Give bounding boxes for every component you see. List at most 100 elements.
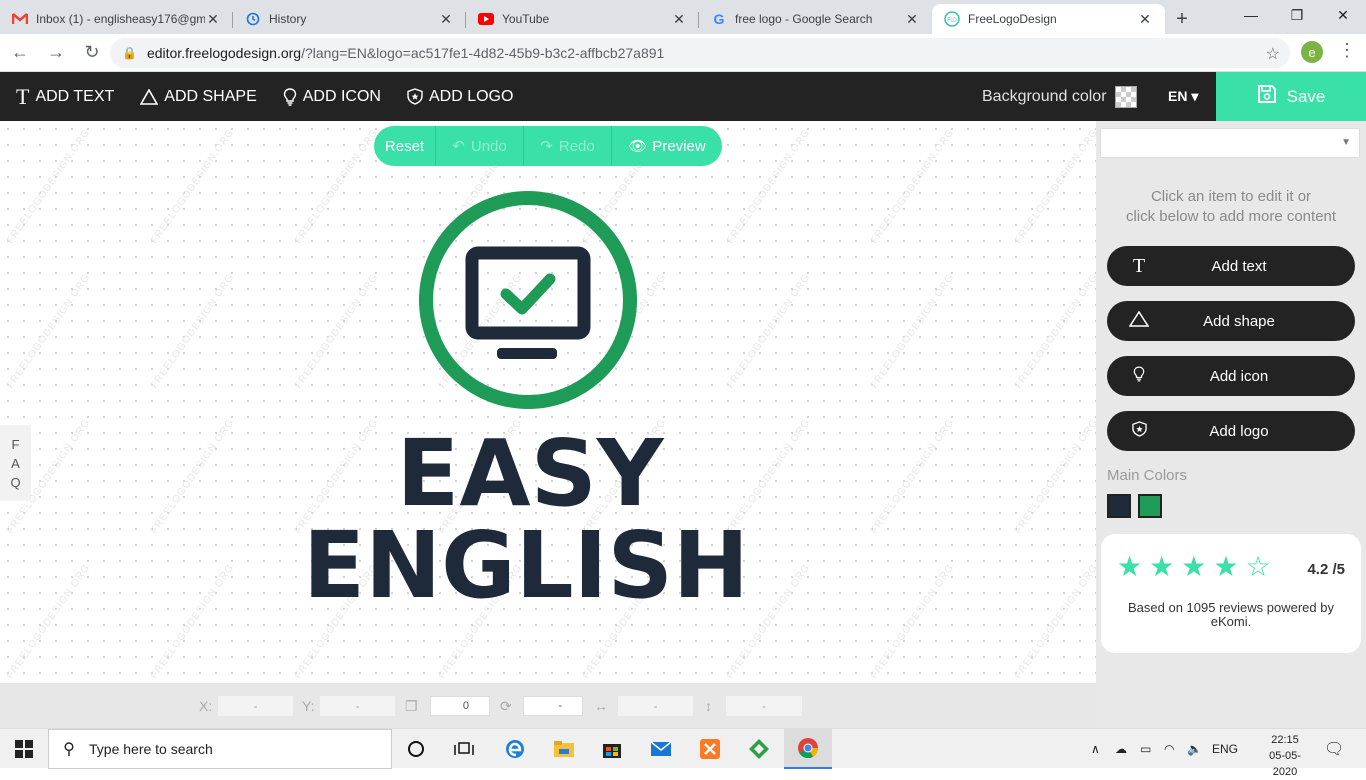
search-placeholder: Type here to search [89,741,213,757]
profile-avatar[interactable]: e [1301,41,1323,63]
windows-taskbar: ⚲ Type here to search ∧ ☁ ▭ ◠ 🔈 ENG 22:1… [0,728,1366,778]
logo-artwork[interactable]: EASY ENGLISH [300,185,760,605]
wifi-icon[interactable]: ◠ [1164,729,1174,769]
redo-label: Redo [558,137,595,155]
add-shape-button[interactable]: Add shape [1107,301,1355,341]
cortana-icon[interactable] [392,729,440,769]
undo-icon: ↶ [452,138,465,155]
mail-icon[interactable] [637,729,685,769]
close-tab-icon[interactable]: ✕ [904,11,920,28]
save-button[interactable]: Save [1216,72,1366,121]
text-icon: T [1132,254,1146,277]
reset-button[interactable]: Reset [374,126,436,166]
logo-text-line2[interactable]: ENGLISH [303,512,749,605]
clock-date: 05-05-2020 [1269,750,1301,778]
tab-gmail[interactable]: Inbox (1) - englisheasy176@gm ✕ [0,4,233,34]
redo-button[interactable]: ↷ Redo [524,126,612,166]
close-tab-icon[interactable]: ✕ [671,11,687,28]
color-swatch-dark[interactable] [1107,494,1131,518]
y-input[interactable]: - [320,696,395,716]
lightbulb-icon [283,87,297,106]
color-swatch-green[interactable] [1138,494,1162,518]
bookmark-star-icon[interactable]: ☆ [1266,44,1280,64]
undo-button[interactable]: ↶ Undo [436,126,524,166]
watermark-text: FREELOGODESIGN.ORG [148,127,237,246]
new-tab-button[interactable]: + [1165,4,1199,34]
triangle-icon [140,88,159,105]
logo-text-line1[interactable]: EASY [397,420,665,527]
tab-title: History [269,12,307,26]
element-select[interactable]: ▼ [1100,128,1360,158]
browser-menu-icon[interactable]: ⋮ [1338,40,1356,61]
panel-hint: Click an item to edit it or click below … [1096,187,1366,227]
search-icon: ⚲ [63,741,75,758]
store-icon[interactable] [588,729,636,769]
url-path: /?lang=EN&logo=ac517fe1-4d82-45b9-b3c2-a… [301,45,665,61]
clock-time: 22:15 [1271,734,1299,746]
app-diamond-icon[interactable] [735,729,783,769]
rotate-stepper[interactable]: - [523,696,583,716]
faq-tab[interactable]: F A Q [0,425,31,501]
hint-line: click below to add more content [1125,208,1337,225]
x-input[interactable]: - [218,696,293,716]
add-logo-tool[interactable]: ADD LOGO [407,72,513,121]
background-color-label: Background color [982,87,1107,105]
onedrive-icon[interactable]: ☁ [1115,729,1127,769]
tab-youtube[interactable]: YouTube ✕ [466,4,699,34]
windows-start-icon[interactable] [0,729,48,769]
preview-button[interactable]: 👁 Preview [612,126,722,166]
forward-icon[interactable]: → [40,37,72,69]
tray-chevron-icon[interactable]: ∧ [1091,729,1100,769]
tab-freelogodesign[interactable]: FLD FreeLogoDesign ✕ [932,4,1165,34]
layers-icon: ❐ [405,697,418,714]
notifications-icon[interactable]: 🗨 [1324,729,1344,769]
chrome-icon[interactable] [784,729,832,769]
background-color-picker[interactable]: Background color [982,72,1137,121]
language-dropdown[interactable]: EN ▾ [1168,72,1198,121]
close-tab-icon[interactable]: ✕ [438,11,454,28]
address-bar-row: ← → ↻ 🔒 editor.freelogodesign.org/?lang=… [0,34,1366,72]
volume-icon[interactable]: 🔈 [1187,729,1202,769]
review-text[interactable]: Based on 1095 reviews powered by eKomi. [1109,601,1353,629]
transparent-swatch[interactable] [1114,85,1137,108]
watermark-text: FREELOGODESIGN.ORG [1012,562,1096,681]
tab-google-search[interactable]: G free logo - Google Search ✕ [699,4,932,34]
taskbar-search-input[interactable]: ⚲ Type here to search [48,729,392,769]
file-explorer-icon[interactable] [540,729,588,769]
minimize-icon[interactable]: — [1228,0,1274,30]
add-shape-tool[interactable]: ADD SHAPE [140,72,257,121]
reload-icon[interactable]: ↻ [76,37,108,69]
add-logo-button[interactable]: Add logo [1107,411,1355,451]
add-text-tool[interactable]: T ADD TEXT [16,72,114,121]
rating-score: 4.2 /5 [1307,561,1345,578]
height-input[interactable]: - [726,696,802,716]
svg-text:FLD: FLD [947,18,957,24]
url-field[interactable]: 🔒 editor.freelogodesign.org/?lang=EN&log… [110,38,1290,68]
lightbulb-icon [1107,366,1171,387]
input-language[interactable]: ENG [1212,729,1238,769]
save-label: Save [1286,86,1326,106]
add-icon-button[interactable]: Add icon [1107,356,1355,396]
width-input[interactable]: - [618,696,693,716]
add-text-button[interactable]: T Add text [1107,246,1355,286]
back-icon[interactable]: ← [4,37,36,69]
xampp-icon[interactable] [686,729,734,769]
faq-letter: F [11,436,20,452]
chevron-down-icon: ▼ [1341,137,1351,148]
add-icon-tool[interactable]: ADD ICON [283,72,381,121]
tab-history[interactable]: History ✕ [233,4,466,34]
edge-icon[interactable] [491,729,539,769]
battery-icon[interactable]: ▭ [1140,729,1151,769]
monitor-check-icon[interactable] [465,246,591,359]
close-tab-icon[interactable]: ✕ [205,11,221,28]
layer-stepper[interactable]: 0 [430,696,490,716]
maximize-icon[interactable]: ❐ [1274,0,1320,30]
youtube-icon [478,11,494,27]
close-window-icon[interactable]: ✕ [1320,0,1366,30]
text-icon: T [16,83,30,109]
undo-label: Undo [470,137,507,155]
system-clock[interactable]: 22:15 05-05-2020 [1258,732,1312,780]
close-tab-icon[interactable]: ✕ [1137,11,1153,28]
task-view-icon[interactable] [440,729,488,769]
width-icon: ↔ [594,698,608,714]
